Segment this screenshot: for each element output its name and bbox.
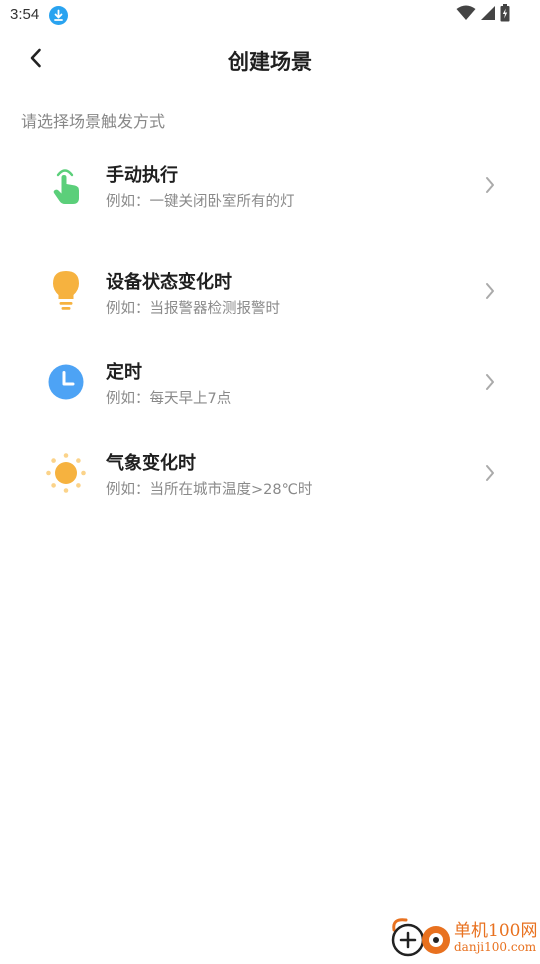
watermark: 单机100网 danji100.com: [388, 914, 540, 960]
sun-icon: [44, 451, 88, 495]
header: 创建场景: [0, 32, 540, 88]
watermark-name: 单机100网: [454, 921, 538, 941]
clock-icon: [44, 360, 88, 404]
lightbulb-icon: [44, 268, 88, 312]
chevron-right-icon: [482, 175, 498, 195]
trigger-title: 气象变化时: [106, 453, 196, 474]
chevron-right-icon: [482, 372, 498, 392]
signal-icon: [480, 5, 496, 25]
trigger-weather[interactable]: 气象变化时 例如：当所在城市温度>28℃时: [0, 437, 540, 507]
trigger-title: 手动执行: [106, 165, 178, 186]
watermark-logo-icon: [388, 916, 452, 964]
page-title: 创建场景: [228, 50, 312, 74]
trigger-desc: 例如：每天早上7点: [106, 391, 232, 407]
trigger-desc: 例如：当报警器检测报警时: [106, 301, 280, 317]
trigger-timer[interactable]: 定时 例如：每天早上7点: [0, 346, 540, 416]
trigger-device-state[interactable]: 设备状态变化时 例如：当报警器检测报警时: [0, 256, 540, 326]
battery-charging-icon: [500, 4, 510, 26]
status-right-group: [456, 4, 510, 26]
status-time: 3:54: [10, 6, 40, 23]
trigger-desc: 例如：当所在城市温度>28℃时: [106, 482, 313, 498]
trigger-desc: 例如：一键关闭卧室所有的灯: [106, 194, 295, 210]
trigger-title: 定时: [106, 362, 142, 383]
chevron-right-icon: [482, 463, 498, 483]
trigger-manual[interactable]: 手动执行 例如：一键关闭卧室所有的灯: [0, 150, 540, 220]
trigger-title: 设备状态变化时: [106, 272, 232, 293]
status-bar: 3:54: [0, 0, 540, 32]
chevron-right-icon: [482, 281, 498, 301]
wifi-icon: [456, 5, 476, 25]
download-icon: [49, 6, 68, 25]
watermark-url: danji100.com: [454, 940, 537, 954]
hand-tap-icon: [44, 164, 88, 208]
section-label: 请选择场景触发方式: [21, 112, 166, 131]
